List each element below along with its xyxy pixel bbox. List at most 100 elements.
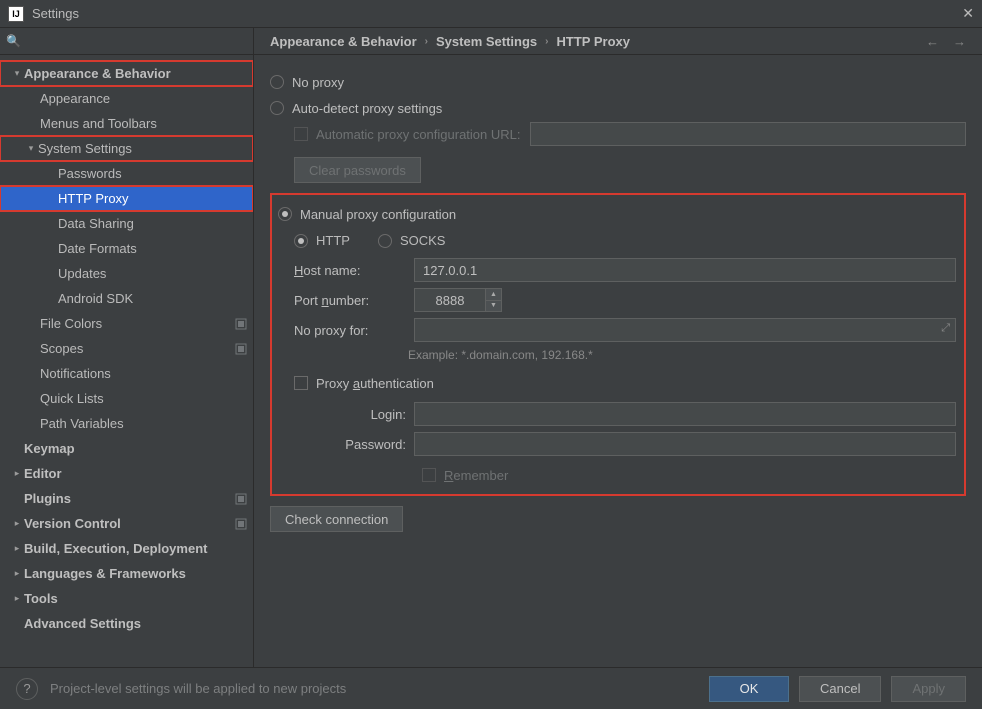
radio-socks[interactable]: SOCKS (378, 233, 446, 248)
radio-label: SOCKS (400, 233, 446, 248)
tree-data-sharing[interactable]: Data Sharing (0, 211, 253, 236)
close-icon[interactable]: ✕ (962, 5, 974, 22)
settings-tree-panel: 🔍 ▾ Appearance & Behavior Appearance Men… (0, 28, 254, 667)
project-override-icon (235, 518, 247, 530)
password-label: Password: (318, 437, 414, 452)
tree-editor[interactable]: ▸ Editor (0, 461, 253, 486)
spinner-up-icon[interactable]: ▲ (486, 289, 501, 301)
host-name-input[interactable] (414, 258, 956, 282)
project-level-hint: Project-level settings will be applied t… (50, 681, 346, 696)
tree-passwords[interactable]: Passwords (0, 161, 253, 186)
no-proxy-for-input[interactable] (414, 318, 956, 342)
radio-http[interactable]: HTTP (294, 233, 350, 248)
breadcrumb: Appearance & Behavior › System Settings … (270, 34, 630, 49)
apply-button[interactable]: Apply (891, 676, 966, 702)
radio-icon (278, 207, 292, 221)
login-label: Login: (318, 407, 414, 422)
search-bar: 🔍 (0, 28, 253, 55)
tree-http-proxy[interactable]: HTTP Proxy (0, 186, 253, 211)
tree-appearance[interactable]: Appearance (0, 86, 253, 111)
radio-icon (294, 234, 308, 248)
help-icon[interactable]: ? (16, 678, 38, 700)
tree-advanced-settings[interactable]: ▸ Advanced Settings (0, 611, 253, 636)
tree-system-settings[interactable]: ▾ System Settings (0, 136, 253, 161)
tree-tools[interactable]: ▸ Tools (0, 586, 253, 611)
password-input (414, 432, 956, 456)
clear-passwords-button: Clear passwords (294, 157, 421, 183)
tree-menus-toolbars[interactable]: Menus and Toolbars (0, 111, 253, 136)
tree-build-exec[interactable]: ▸ Build, Execution, Deployment (0, 536, 253, 561)
tree-appearance-behavior[interactable]: ▾ Appearance & Behavior (0, 61, 253, 86)
search-icon: 🔍 (6, 34, 21, 48)
chevron-right-icon: ▸ (10, 468, 24, 479)
checkbox-remember: Remember (422, 462, 956, 488)
chevron-right-icon: ▸ (10, 543, 24, 554)
radio-no-proxy[interactable]: No proxy (270, 69, 966, 95)
manual-proxy-panel: Manual proxy configuration HTTP SOCKS Ho… (270, 193, 966, 496)
chevron-right-icon: › (545, 36, 548, 47)
auto-config-url-input (530, 122, 966, 146)
tree-notifications[interactable]: Notifications (0, 361, 253, 386)
check-connection-button[interactable]: Check connection (270, 506, 403, 532)
settings-tree: ▾ Appearance & Behavior Appearance Menus… (0, 55, 253, 667)
nav-forward-icon[interactable]: → (953, 34, 966, 49)
chevron-right-icon: ▸ (10, 568, 24, 579)
nav-back-icon[interactable]: ← (926, 34, 939, 49)
tree-lang-frameworks[interactable]: ▸ Languages & Frameworks (0, 561, 253, 586)
project-override-icon (235, 318, 247, 330)
tree-android-sdk[interactable]: Android SDK (0, 286, 253, 311)
title-bar: IJ Settings ✕ (0, 0, 982, 28)
settings-content: No proxy Auto-detect proxy settings Auto… (254, 55, 982, 667)
breadcrumb-system-settings[interactable]: System Settings (436, 34, 537, 49)
cancel-button[interactable]: Cancel (799, 676, 881, 702)
chevron-right-icon: › (425, 36, 428, 47)
chevron-right-icon: ▸ (10, 593, 24, 604)
radio-label: Auto-detect proxy settings (292, 101, 442, 116)
breadcrumb-appearance-behavior[interactable]: Appearance & Behavior (270, 34, 417, 49)
no-proxy-for-label: No proxy for: (294, 323, 414, 338)
checkbox-label: Remember (444, 468, 508, 483)
ok-button[interactable]: OK (709, 676, 789, 702)
tree-keymap[interactable]: ▸ Keymap (0, 436, 253, 461)
project-override-icon (235, 343, 247, 355)
tree-file-colors[interactable]: File Colors (0, 311, 253, 336)
tree-plugins[interactable]: ▸ Plugins (0, 486, 253, 511)
chevron-down-icon: ▾ (10, 68, 24, 79)
tree-path-variables[interactable]: Path Variables (0, 411, 253, 436)
window-title: Settings (32, 6, 79, 21)
checkbox-icon (294, 376, 308, 390)
port-spinner[interactable]: ▲ ▼ (486, 288, 502, 312)
port-number-input[interactable] (414, 288, 486, 312)
tree-version-control[interactable]: ▸ Version Control (0, 511, 253, 536)
radio-label: HTTP (316, 233, 350, 248)
radio-icon (270, 75, 284, 89)
checkbox-auto-config-url: Automatic proxy configuration URL: (294, 121, 966, 147)
spinner-down-icon[interactable]: ▼ (486, 301, 501, 312)
tree-scopes[interactable]: Scopes (0, 336, 253, 361)
app-icon: IJ (8, 6, 24, 22)
radio-icon (270, 101, 284, 115)
host-name-label: Host name: (294, 263, 414, 278)
checkbox-label: Proxy authentication (316, 376, 434, 391)
checkbox-icon (422, 468, 436, 482)
expand-icon[interactable]: ⤢ (941, 322, 950, 335)
radio-label: Manual proxy configuration (300, 207, 456, 222)
no-proxy-example: Example: *.domain.com, 192.168.* (408, 348, 956, 362)
radio-label: No proxy (292, 75, 344, 90)
checkbox-label: Automatic proxy configuration URL: (316, 127, 520, 142)
breadcrumb-bar: Appearance & Behavior › System Settings … (254, 28, 982, 55)
bottom-bar: ? Project-level settings will be applied… (0, 667, 982, 709)
search-input[interactable] (25, 34, 247, 49)
breadcrumb-http-proxy: HTTP Proxy (557, 34, 630, 49)
chevron-right-icon: ▸ (10, 518, 24, 529)
tree-date-formats[interactable]: Date Formats (0, 236, 253, 261)
tree-quick-lists[interactable]: Quick Lists (0, 386, 253, 411)
radio-icon (378, 234, 392, 248)
radio-auto-detect[interactable]: Auto-detect proxy settings (270, 95, 966, 121)
checkbox-proxy-auth[interactable]: Proxy authentication (294, 370, 956, 396)
tree-updates[interactable]: Updates (0, 261, 253, 286)
radio-manual-proxy[interactable]: Manual proxy configuration (278, 201, 956, 227)
port-number-label: Port number: (294, 293, 414, 308)
chevron-down-icon: ▾ (24, 143, 38, 154)
project-override-icon (235, 493, 247, 505)
